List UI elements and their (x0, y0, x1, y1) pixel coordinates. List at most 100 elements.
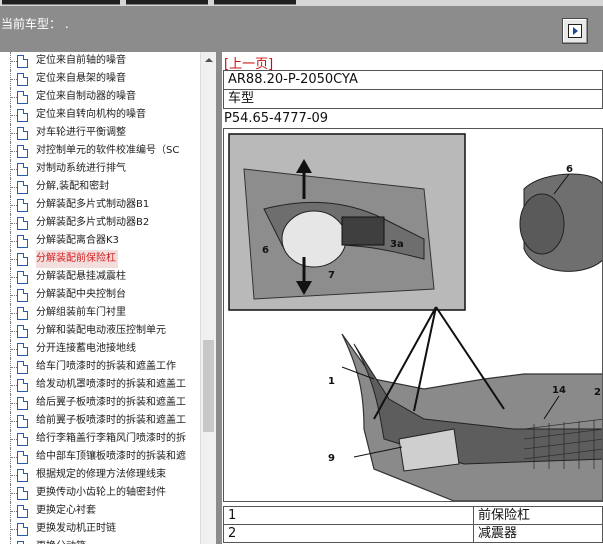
callout-3a: 3a (390, 239, 404, 250)
tree-item[interactable]: 给车门喷漆时的拆装和遮盖工作 (0, 358, 200, 376)
tree-item-label: 分解装配多片式制动器B1 (36, 199, 150, 210)
document-icon (17, 253, 28, 266)
tree-item-label: 给行李箱盖行李箱风门喷漆时的拆 (36, 433, 186, 444)
document-icon (17, 505, 28, 518)
tree-item[interactable]: 定位来自前轴的噪音 (0, 52, 200, 70)
callout-14: 14 (552, 385, 566, 396)
document-icon (17, 289, 28, 302)
tree-item[interactable]: 分解装配悬挂减震柱 (0, 268, 200, 286)
tree-item[interactable]: 分开连接蓄电池接地线 (0, 340, 200, 358)
tree-item-label: 分解装配中央控制台 (36, 289, 126, 300)
tree-item[interactable]: 更换定心衬套 (0, 502, 200, 520)
callout-6-main: 6 (566, 164, 573, 175)
scroll-thumb[interactable] (203, 340, 214, 432)
tree-item[interactable]: 对控制单元的软件校准编号（SC (0, 142, 200, 160)
tree-item-label: 分解装配悬挂减震柱 (36, 271, 126, 282)
toolbar-button-2[interactable] (126, 0, 208, 5)
tree-item[interactable]: 定位来自制动器的噪音 (0, 88, 200, 106)
document-icon (17, 361, 28, 374)
tree-item[interactable]: 分解和装配电动液压控制单元 (0, 322, 200, 340)
tree-item[interactable]: 定位来自转向机构的噪音 (0, 106, 200, 124)
document-icon (17, 307, 28, 320)
tree-item[interactable]: 给发动机罩喷漆时的拆装和遮盖工 (0, 376, 200, 394)
tree-item-label: 给后翼子板喷漆时的拆装和遮盖工 (36, 397, 186, 408)
tree-item-label: 根据规定的修理方法修理线束 (36, 469, 166, 480)
tree-item[interactable]: 对制动系统进行排气 (0, 160, 200, 178)
tree-item-label: 给车门喷漆时的拆装和遮盖工作 (36, 361, 176, 372)
callout-9: 9 (328, 453, 335, 464)
tree-item[interactable]: 分解装配多片式制动器B1 (0, 196, 200, 214)
callout-6-inset: 6 (262, 245, 269, 256)
tree-item-label: 对车轮进行平衡调整 (36, 127, 126, 138)
tree-item-label: 对控制单元的软件校准编号（SC (36, 145, 180, 156)
legend-number: 1 (223, 506, 474, 525)
tree-item[interactable]: 分解装配多片式制动器B2 (0, 214, 200, 232)
tree-item-label: 给中部车顶镶板喷漆时的拆装和遮 (36, 451, 186, 462)
tree-item[interactable]: 更换分动箱 (0, 538, 200, 544)
callout-7: 7 (328, 270, 335, 281)
tree-item-label: 分解装配离合器K3 (36, 235, 119, 246)
tree-item-label: 分开连接蓄电池接地线 (36, 343, 136, 354)
tree-item-label: 定位来自前轴的噪音 (36, 55, 126, 66)
tree-item-label: 定位来自悬架的噪音 (36, 73, 126, 84)
figure-code: P54.65-4777-09 (224, 111, 329, 126)
tree-item[interactable]: 定位来自悬架的噪音 (0, 70, 200, 88)
document-icon (17, 343, 28, 356)
toolbar-button-1[interactable] (2, 0, 120, 5)
tree-item-label: 定位来自转向机构的噪音 (36, 109, 146, 120)
tree-item-label: 更换传动小齿轮上的轴密封件 (36, 487, 166, 498)
tree-item-label: 分解,装配和密封 (36, 181, 110, 192)
document-icon (17, 235, 28, 248)
document-icon (17, 271, 28, 284)
tree-item[interactable]: 分解装配离合器K3 (0, 232, 200, 250)
document-icon (17, 469, 28, 482)
tree-item[interactable]: 给后翼子板喷漆时的拆装和遮盖工 (0, 394, 200, 412)
document-icon (17, 397, 28, 410)
tree-item[interactable]: 分解组装前车门衬里 (0, 304, 200, 322)
document-icon (17, 145, 28, 158)
tree-item-label: 对制动系统进行排气 (36, 163, 126, 174)
document-icon (17, 415, 28, 428)
tree-item-label: 更换分动箱 (36, 538, 200, 544)
tree-item[interactable]: 根据规定的修理方法修理线束 (0, 466, 200, 484)
tree-item[interactable]: 给中部车顶镶板喷漆时的拆装和遮 (0, 448, 200, 466)
tree-item[interactable]: 分解装配中央控制台 (0, 286, 200, 304)
document-icon (17, 199, 28, 212)
document-icon (17, 433, 28, 446)
tree-item[interactable]: 给前翼子板喷漆时的拆装和遮盖工 (0, 412, 200, 430)
header-bar: 当前车型： . (0, 6, 603, 52)
current-model-label: 当前车型： . (1, 17, 69, 31)
tree-item-label: 分解组装前车门衬里 (36, 307, 126, 318)
toolbar-button-3[interactable] (214, 0, 296, 5)
document-icon (17, 217, 28, 230)
tree-item[interactable]: 分解装配前保险杠 (0, 250, 200, 268)
tree-item[interactable]: 更换传动小齿轮上的轴密封件 (0, 484, 200, 502)
document-content: [上一页] AR88.20-P-2050CYA 车型 P54.65-4777-0… (222, 52, 603, 544)
arrow-up-icon (205, 58, 213, 62)
document-icon (17, 127, 28, 140)
document-icon (17, 55, 28, 68)
bumper-diagram: 6 7 3a 6 1 14 2 9 (223, 128, 603, 502)
navigate-forward-button[interactable] (562, 18, 588, 44)
tree-item-label: 给前翼子板喷漆时的拆装和遮盖工 (36, 415, 186, 426)
document-icon (17, 379, 28, 392)
document-icon (17, 487, 28, 500)
tree-item[interactable]: 给行李箱盖行李箱风门喷漆时的拆 (0, 430, 200, 448)
document-icon (17, 451, 28, 464)
tree-item[interactable]: 更换发动机正时链 (0, 520, 200, 538)
tree-scrollbar[interactable] (200, 52, 216, 544)
document-icon (17, 523, 28, 536)
tree-item-label: 更换发动机正时链 (36, 523, 116, 534)
document-icon (17, 325, 28, 338)
tree-item-label: 分解装配多片式制动器B2 (36, 217, 150, 228)
tree-item-label: 更换定心衬套 (36, 505, 96, 516)
document-icon (17, 163, 28, 176)
callout-2: 2 (594, 387, 601, 398)
scroll-up-button[interactable] (201, 52, 216, 68)
legend-description: 减震器 (473, 524, 603, 543)
document-code: AR88.20-P-2050CYA (223, 70, 603, 90)
callout-1: 1 (328, 376, 335, 387)
legend-number: 2 (223, 524, 474, 543)
tree-item[interactable]: 分解,装配和密封 (0, 178, 200, 196)
tree-item[interactable]: 对车轮进行平衡调整 (0, 124, 200, 142)
